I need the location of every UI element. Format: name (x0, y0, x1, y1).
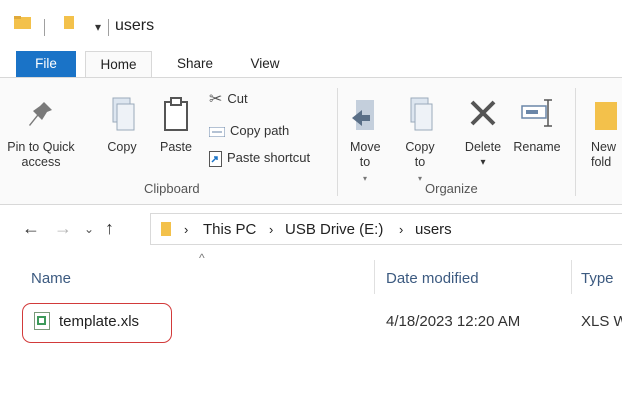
breadcrumb-separator-icon: › (399, 222, 404, 237)
folder-icon[interactable] (14, 16, 31, 29)
tab-home[interactable]: Home (85, 51, 152, 78)
cut-button[interactable]: ✂ Cut (209, 90, 248, 108)
sort-ascending-icon: ^ (199, 251, 205, 265)
organize-group-label: Organize (425, 181, 478, 196)
column-header-name[interactable]: Name (31, 270, 71, 287)
folder-icon (161, 222, 171, 236)
tab-share[interactable]: Share (162, 51, 228, 77)
copy-to-button[interactable]: Copy to ▾ (398, 96, 442, 186)
new-folder-button[interactable]: New fold (585, 96, 622, 170)
address-bar-row: ← → ⌄ ↑ › This PC › USB Drive (E:) › use… (0, 205, 622, 253)
ribbon-group-separator (337, 88, 338, 196)
move-to-button[interactable]: Move to ▾ (343, 96, 387, 186)
up-arrow-icon[interactable]: ↑ (105, 218, 114, 239)
recent-locations-chevron-icon[interactable]: ⌄ (84, 222, 94, 236)
column-header-type[interactable]: Type (581, 270, 614, 287)
move-to-icon (352, 100, 374, 130)
close-icon (470, 100, 496, 126)
copy-label: Copy (107, 140, 137, 154)
address-input[interactable]: › This PC › USB Drive (E:) › users (150, 213, 622, 245)
cut-label: Cut (227, 91, 248, 106)
highlight-annotation (22, 303, 172, 343)
paste-shortcut-label: Paste shortcut (227, 150, 311, 165)
paste-label: Paste (160, 140, 192, 154)
copy-to-icon (410, 97, 433, 131)
rename-label: Rename (513, 140, 561, 154)
title-separator (108, 19, 109, 36)
title-bar: ▾ users (0, 0, 622, 42)
copy-path-button[interactable]: Copy path (209, 122, 289, 140)
rename-button[interactable]: Rename (511, 96, 563, 155)
pin-label: Pin to Quick access (7, 140, 75, 169)
ribbon-group-separator (575, 88, 576, 196)
breadcrumb-this-pc[interactable]: This PC (203, 221, 256, 238)
copy-path-icon (209, 126, 225, 137)
window-title: users (115, 17, 155, 34)
pin-icon (29, 102, 52, 126)
file-type: XLS W (581, 313, 622, 330)
copy-to-label: Copy to (405, 140, 435, 169)
move-to-label: Move to (350, 140, 381, 169)
tab-file[interactable]: File (16, 51, 76, 77)
ribbon-tabs: File Home Share View (0, 51, 622, 78)
breadcrumb-separator-icon: › (184, 222, 189, 237)
folder-icon (595, 102, 617, 130)
column-divider[interactable] (374, 260, 375, 294)
copy-path-label: Copy path (230, 123, 290, 138)
back-arrow-icon[interactable]: ← (22, 218, 40, 239)
breadcrumb-separator-icon: › (269, 222, 274, 237)
delete-button[interactable]: Delete ▾ (458, 96, 508, 170)
scissors-icon: ✂ (209, 90, 223, 108)
column-header-date-modified[interactable]: Date modified (386, 270, 479, 287)
breadcrumb-usb-drive[interactable]: USB Drive (E:) (285, 221, 383, 238)
clipboard-group-label: Clipboard (144, 181, 200, 196)
copy-icon (112, 97, 135, 131)
copy-button[interactable]: Copy (100, 96, 144, 155)
forward-arrow-icon[interactable]: → (54, 218, 72, 239)
chevron-down-icon: ▾ (417, 174, 422, 183)
ribbon: Pin to Quick access Copy Paste ✂ Cut Copy… (0, 77, 622, 205)
delete-label: Delete (464, 140, 502, 154)
paste-icon (164, 97, 188, 131)
paste-shortcut-icon (209, 150, 222, 167)
title-separator (44, 19, 45, 36)
folder-icon[interactable] (64, 16, 74, 29)
paste-button[interactable]: Paste (155, 96, 197, 155)
quick-access-dropdown-icon[interactable]: ▾ (95, 20, 101, 34)
file-date-modified: 4/18/2023 12:20 AM (386, 313, 521, 330)
breadcrumb-users[interactable]: users (415, 221, 452, 238)
chevron-down-icon: ▾ (480, 157, 486, 168)
paste-shortcut-button[interactable]: Paste shortcut (209, 149, 310, 167)
pin-to-quick-access-button[interactable]: Pin to Quick access (0, 96, 82, 170)
rename-icon (521, 99, 552, 127)
chevron-down-icon: ▾ (362, 174, 367, 183)
new-folder-label: New fold (591, 140, 617, 169)
column-divider[interactable] (571, 260, 572, 294)
tab-view[interactable]: View (235, 51, 295, 77)
